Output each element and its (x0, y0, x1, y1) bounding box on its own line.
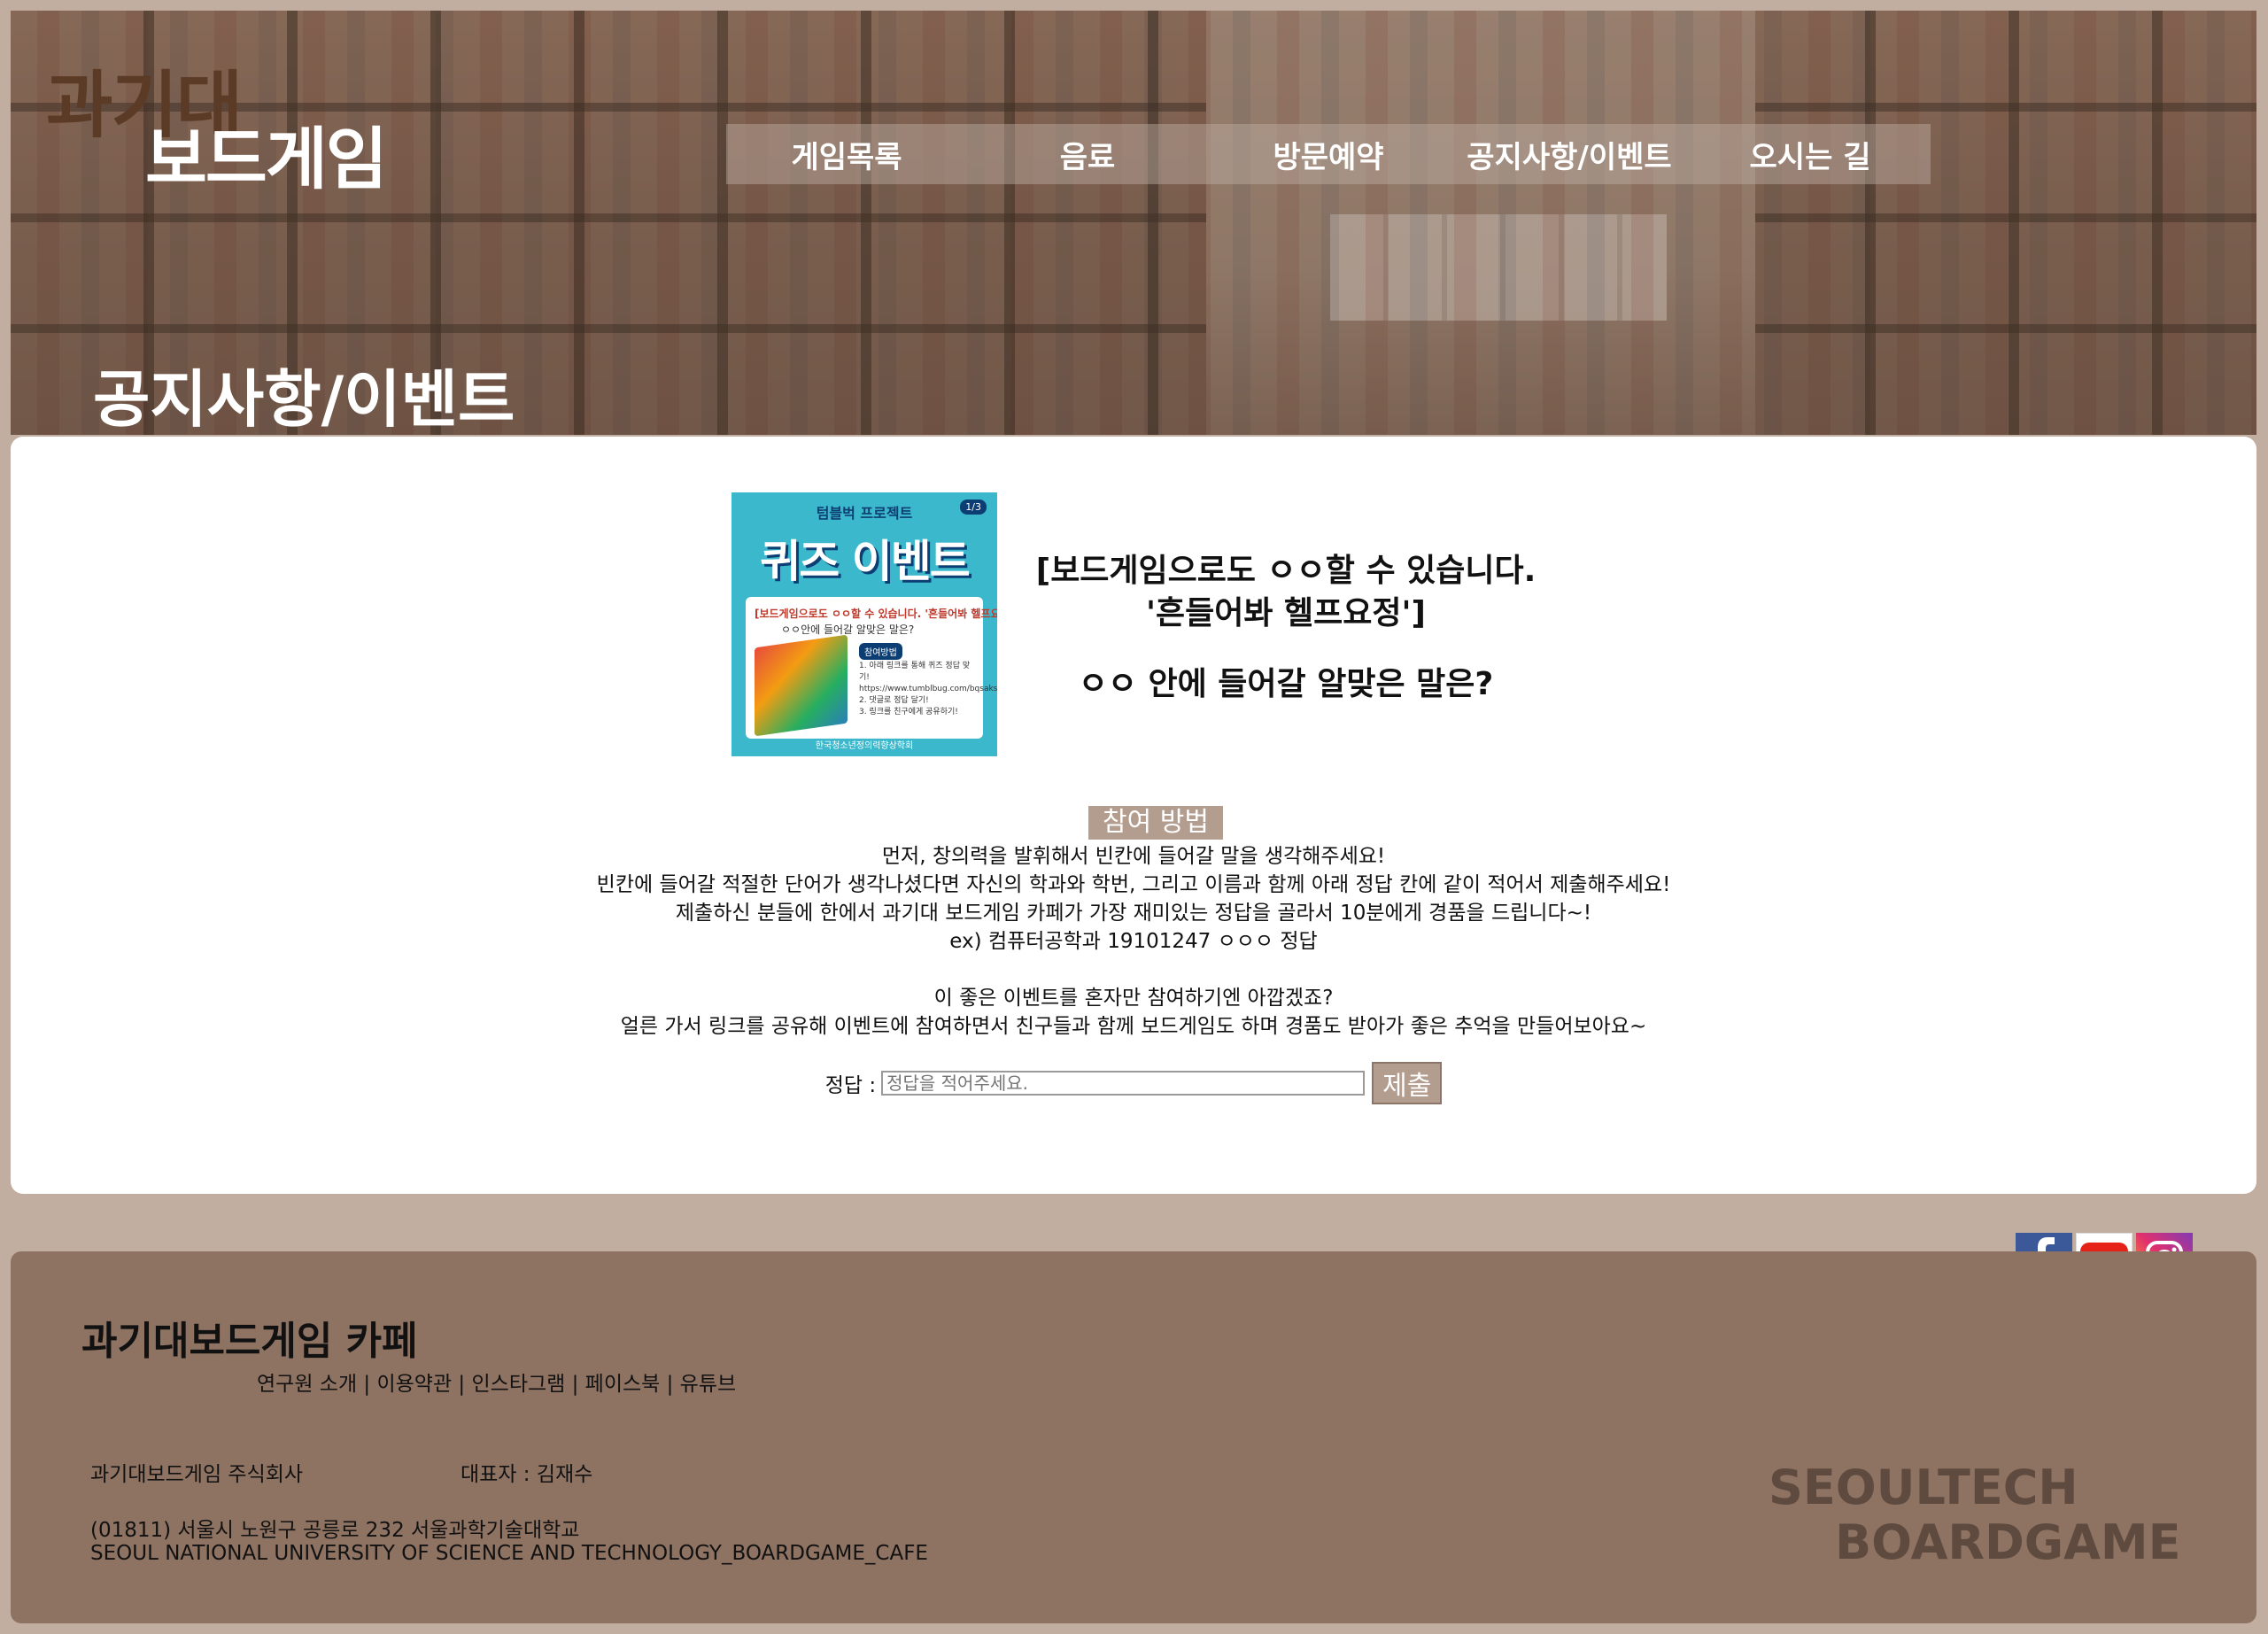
nav-reservation[interactable]: 방문예약 (1208, 124, 1449, 184)
boardgame-box-image (755, 634, 848, 737)
poster-card: [보드게임으로도 ㅇㅇ할 수 있습니다. '흔들어봐 헬프요정'] ㅇㅇ안에 들… (746, 597, 997, 739)
poster-howto-tag: 참여방법 (859, 643, 902, 660)
footer-address-en: SEOUL NATIONAL UNIVERSITY OF SCIENCE AND… (90, 1542, 928, 1565)
footer-company: 과기대보드게임 주식회사 (90, 1463, 304, 1486)
event-headline: [보드게임으로도 ㅇㅇ할 수 있습니다. '흔들어봐 헬프요정'] (1035, 553, 1537, 631)
poster-question-line: ㅇㅇ안에 들어갈 알맞은 말은? (781, 623, 915, 636)
poster-quiz-line: [보드게임으로도 ㅇㅇ할 수 있습니다. '흔들어봐 헬프요정'] (755, 608, 997, 620)
nav-drinks[interactable]: 음료 (967, 124, 1208, 184)
footer-brand-line1: SEOULTECH (1769, 1460, 2078, 1515)
logo-bottom-text[interactable]: 보드게임 (145, 105, 388, 202)
poster-organization: 한국청소년정의력향상학회 (815, 741, 914, 751)
nav-directions[interactable]: 오시는 길 (1690, 124, 1931, 184)
quiz-event-poster: 텀블벅 프로젝트 1/3 퀴즈 이벤트 [보드게임으로도 ㅇㅇ할 수 있습니다.… (731, 492, 997, 756)
event-question: ㅇㅇ 안에 들어갈 알맞은 말은? (1078, 666, 1494, 702)
nav-notice-event[interactable]: 공지사항/이벤트 (1449, 124, 1690, 184)
poster-page-badge: 1/3 (960, 499, 987, 515)
footer: 과기대보드게임 카페 연구원 소개 | 이용약관 | 인스타그램 | 페이스북 … (11, 1251, 2256, 1623)
poster-steps: 1. 아래 링크를 통해 퀴즈 정답 맞기! https://www.tumbl… (859, 662, 997, 716)
page-title: 공지사항/이벤트 (93, 363, 515, 436)
event-description: 먼저, 창의력을 발휘해서 빈칸에 들어갈 말을 생각해주세요! 빈칸에 들어갈… (596, 845, 1671, 1038)
answer-label: 정답 : (824, 1074, 877, 1097)
answer-input[interactable] (881, 1071, 1366, 1096)
poster-project-label: 텀블벅 프로젝트 (816, 505, 913, 522)
footer-links[interactable]: 연구원 소개 | 이용약관 | 인스타그램 | 페이스북 | 유튜브 (257, 1367, 736, 1397)
poster-title: 퀴즈 이벤트 (760, 536, 970, 587)
main-nav: 게임목록 음료 방문예약 공지사항/이벤트 오시는 길 (726, 124, 1931, 184)
footer-brand-line2: BOARDGAME (1835, 1514, 2181, 1570)
answer-form: 정답 : 제출 (11, 1062, 2256, 1104)
footer-ceo: 대표자 : 김재수 (461, 1463, 593, 1486)
event-content: 텀블벅 프로젝트 1/3 퀴즈 이벤트 [보드게임으로도 ㅇㅇ할 수 있습니다.… (11, 437, 2256, 1194)
footer-title: 과기대보드게임 카페 (81, 1319, 418, 1364)
participation-label: 참여 방법 (1088, 806, 1223, 840)
footer-address: (01811) 서울시 노원구 공릉로 232 서울과학기술대학교 (90, 1519, 580, 1542)
nav-games[interactable]: 게임목록 (726, 124, 967, 184)
submit-button[interactable]: 제출 (1372, 1062, 1443, 1104)
